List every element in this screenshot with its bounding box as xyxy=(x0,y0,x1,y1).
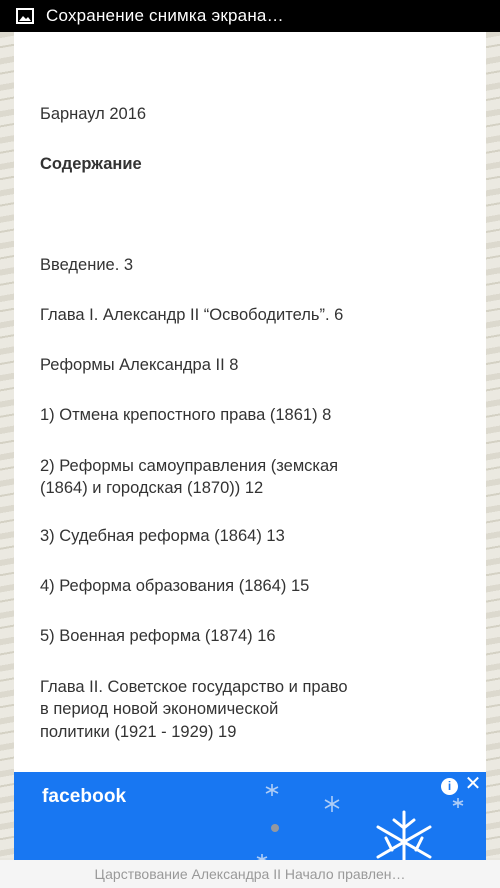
toc-item: в период новой экономической xyxy=(40,700,279,718)
toc-item: 2) Реформы самоуправления (земская xyxy=(40,457,339,475)
toc-item: политики (1921 - 1929) 19 xyxy=(40,723,237,741)
status-title: Сохранение снимка экрана… xyxy=(46,6,284,25)
toc-heading: Содержание xyxy=(40,155,142,173)
background-edge-left xyxy=(0,32,14,858)
toc-item: Введение. 3 xyxy=(40,256,134,274)
info-icon[interactable]: i xyxy=(441,778,458,795)
facebook-logo: facebook xyxy=(42,786,127,807)
toc-item: 1) Отмена крепостного права (1861) 8 xyxy=(40,406,332,424)
toc-item: 5) Военная реформа (1874) 16 xyxy=(40,627,276,645)
bottom-title-text: Царствование Александра II Начало правле… xyxy=(94,866,406,882)
document-page[interactable]: Барнаул 2016 Содержание Введение. 3 Глав… xyxy=(14,32,486,772)
bottom-title-bar[interactable]: Царствование Александра II Начало правле… xyxy=(0,860,500,888)
toc-item: 3) Судебная реформа (1864) 13 xyxy=(40,527,285,545)
toc-item: 4) Реформа образования (1864) 15 xyxy=(40,577,310,595)
toc-item: Глава I. Александр II “Освободитель”. 6 xyxy=(40,306,344,324)
status-bar: Сохранение снимка экрана… xyxy=(0,0,500,32)
city-year: Барнаул 2016 xyxy=(40,105,147,123)
close-icon[interactable]: ✕ xyxy=(463,774,483,794)
background-edge-right xyxy=(486,32,500,858)
toc-item: (1864) и городская (1870)) 12 xyxy=(40,479,264,497)
facebook-ad-banner[interactable]: facebook i ✕ xyxy=(14,772,486,860)
image-icon xyxy=(16,8,34,24)
toc-item: Реформы Александра II 8 xyxy=(40,356,239,374)
toc-item: Глава II. Советское государство и право xyxy=(40,678,348,696)
